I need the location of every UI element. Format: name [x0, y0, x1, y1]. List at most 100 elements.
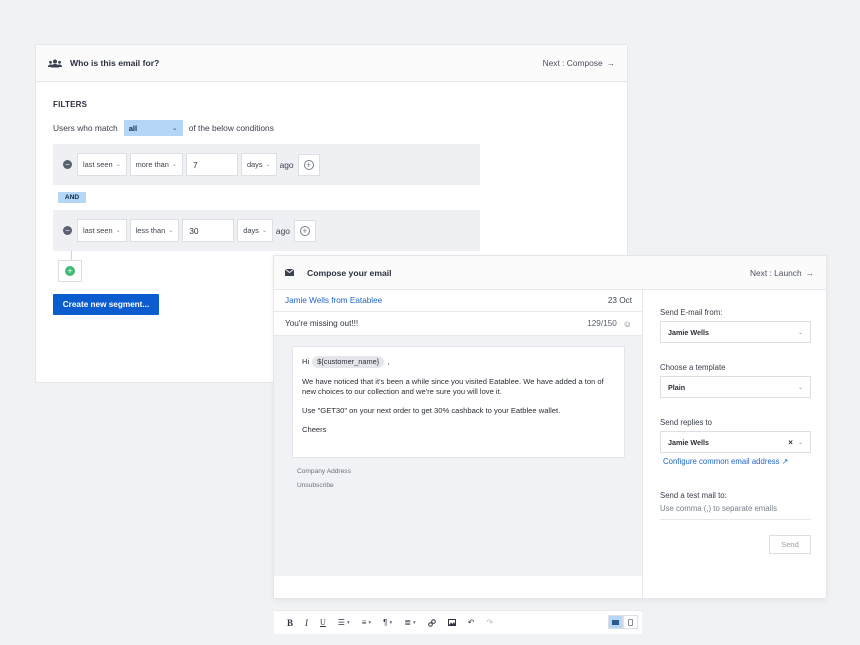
- align-icon[interactable]: ≣ ▾: [404, 618, 415, 627]
- next-launch-label: Next : Launch: [749, 267, 802, 278]
- and-badge[interactable]: AND: [58, 192, 86, 203]
- add-condition-button[interactable]: +: [58, 260, 82, 282]
- match-select[interactable]: all ⌄: [123, 120, 183, 136]
- chevron-down-icon: ⌄: [168, 228, 174, 234]
- body-signoff: Cheers: [302, 425, 327, 434]
- greeting-end: ,: [387, 357, 390, 366]
- chevron-down-icon: ⌄: [171, 125, 178, 132]
- formatting-toolbar: B I U ☰ ▾ ≡ ▾ ¶ ▾ ≣ ▾ ↶ ↷: [274, 610, 642, 634]
- italic-icon[interactable]: I: [305, 618, 308, 628]
- body-paragraph: We have noticed that it's been a while s…: [302, 377, 604, 396]
- condition-row: − last seen ⌄ more than ⌄ 7 days ⌄ ago +: [53, 144, 480, 185]
- subject-field[interactable]: You're missing out!!! 129/150 ☺: [274, 312, 642, 336]
- match-value: all: [128, 123, 138, 133]
- chevron-down-icon: ⌄: [797, 384, 803, 391]
- email-settings-panel: Send E-mail from: Jamie Wells ⌄ Choose a …: [644, 290, 827, 600]
- desktop-view-icon[interactable]: [608, 615, 623, 629]
- operator-select[interactable]: more than ⌄: [129, 153, 183, 176]
- greeting-text: Hi: [302, 357, 310, 366]
- condition-row: − last seen ⌄ less than ⌄ 30 days ⌄ ago +: [53, 210, 480, 251]
- mobile-view-icon[interactable]: [623, 615, 638, 629]
- configure-email-link[interactable]: Configure common email address ↗: [663, 457, 788, 466]
- unit-value: days: [243, 226, 259, 235]
- test-mail-label: Send a test mail to:: [660, 491, 727, 500]
- remove-condition-icon[interactable]: −: [63, 226, 72, 235]
- email-body[interactable]: Hi ${customer_name} , We have noticed th…: [292, 346, 625, 458]
- compose-card: Compose your email Next : Launch → Jamie …: [273, 255, 827, 634]
- compose-header: Compose your email Next : Launch →: [274, 256, 826, 290]
- arrow-right-icon: →: [805, 267, 814, 278]
- reply-to-select[interactable]: Jamie Wells × ⌄: [660, 431, 811, 453]
- view-toggle: [608, 615, 638, 629]
- chevron-down-icon: ⌄: [115, 162, 121, 168]
- email-body-area: Hi ${customer_name} , We have noticed th…: [274, 336, 642, 576]
- chevron-down-icon: ⌄: [115, 228, 121, 234]
- next-compose-label: Next : Compose: [542, 58, 603, 68]
- operator-value: more than: [135, 160, 169, 169]
- match-prefix: Users who match: [53, 123, 118, 133]
- operator-select[interactable]: less than ⌄: [129, 219, 180, 242]
- email-date: 23 Oct: [607, 296, 632, 305]
- company-address: Company Address: [297, 468, 351, 475]
- amount-input[interactable]: 7: [185, 153, 238, 176]
- template-value: Plain: [668, 382, 686, 392]
- send-from-label: Send E-mail from:: [660, 308, 723, 317]
- undo-icon[interactable]: ↶: [468, 618, 475, 627]
- link-icon[interactable]: [427, 618, 436, 627]
- envelope-icon: [285, 267, 301, 279]
- send-test-button[interactable]: Send: [769, 535, 811, 554]
- ago-label: ago: [275, 225, 290, 236]
- unit-select[interactable]: days ⌄: [237, 219, 273, 242]
- operator-value: less than: [135, 226, 166, 235]
- ordered-list-icon[interactable]: ☰ ▾: [338, 618, 350, 627]
- merge-token[interactable]: ${customer_name}: [312, 356, 385, 368]
- amount-input[interactable]: 30: [182, 219, 235, 242]
- from-row[interactable]: Jamie Wells from Eatablee 23 Oct: [274, 290, 642, 312]
- remove-condition-icon[interactable]: −: [63, 160, 72, 169]
- chevron-down-icon: ⌄: [261, 228, 267, 234]
- field-value: last seen: [83, 160, 113, 169]
- email-editor: Jamie Wells from Eatablee 23 Oct You're …: [274, 290, 643, 634]
- subject-char-count: 129/150: [587, 319, 617, 328]
- template-label: Choose a template: [660, 363, 726, 372]
- create-segment-button[interactable]: Create new segment...: [53, 294, 159, 315]
- chevron-down-icon: ⌄: [797, 439, 803, 446]
- unsubscribe-link[interactable]: Unsubscribe: [297, 482, 334, 489]
- body-paragraph: Use "GET30" on your next order to get 30…: [302, 406, 561, 415]
- unit-select[interactable]: days ⌄: [240, 153, 277, 176]
- send-from-select[interactable]: Jamie Wells ⌄: [660, 321, 811, 343]
- match-row: Users who match all ⌄ of the below condit…: [53, 120, 274, 136]
- match-suffix: of the below conditions: [188, 123, 274, 133]
- reply-to-value: Jamie Wells: [668, 437, 710, 447]
- configure-link-text: Configure common email address: [663, 457, 780, 466]
- test-email-input[interactable]: Use comma (,) to separate emails: [660, 504, 811, 520]
- field-select[interactable]: last seen ⌄: [77, 219, 127, 242]
- chevron-down-icon: ⌄: [265, 162, 271, 168]
- plus-icon: +: [65, 266, 75, 276]
- chevron-down-icon: ⌄: [797, 329, 803, 336]
- greeting-line: Hi ${customer_name} ,: [302, 356, 615, 368]
- plus-circle-icon: +: [303, 159, 314, 170]
- bullet-list-icon[interactable]: ≡ ▾: [362, 618, 371, 627]
- clear-icon[interactable]: ×: [788, 438, 793, 447]
- emoji-icon[interactable]: ☺: [623, 319, 632, 329]
- redo-icon[interactable]: ↷: [486, 618, 493, 627]
- field-select[interactable]: last seen ⌄: [77, 153, 127, 176]
- reply-to-label: Send replies to: [660, 418, 713, 427]
- sender-name[interactable]: Jamie Wells from Eatablee: [285, 296, 382, 305]
- add-subcondition-button[interactable]: +: [293, 219, 316, 242]
- users-icon: [48, 57, 64, 69]
- underline-icon[interactable]: U: [320, 618, 326, 627]
- audience-title: Who is this email for?: [70, 58, 160, 68]
- image-icon[interactable]: [447, 619, 456, 626]
- arrow-right-icon: →: [606, 58, 615, 68]
- add-subcondition-button[interactable]: +: [297, 153, 320, 176]
- unit-value: days: [246, 160, 263, 169]
- next-launch-link[interactable]: Next : Launch →: [750, 268, 814, 278]
- template-select[interactable]: Plain ⌄: [660, 376, 811, 398]
- send-from-value: Jamie Wells: [668, 327, 710, 337]
- paragraph-icon[interactable]: ¶ ▾: [383, 618, 392, 627]
- plus-circle-icon: +: [299, 225, 310, 236]
- bold-icon[interactable]: B: [287, 618, 293, 628]
- next-compose-link[interactable]: Next : Compose →: [543, 58, 615, 68]
